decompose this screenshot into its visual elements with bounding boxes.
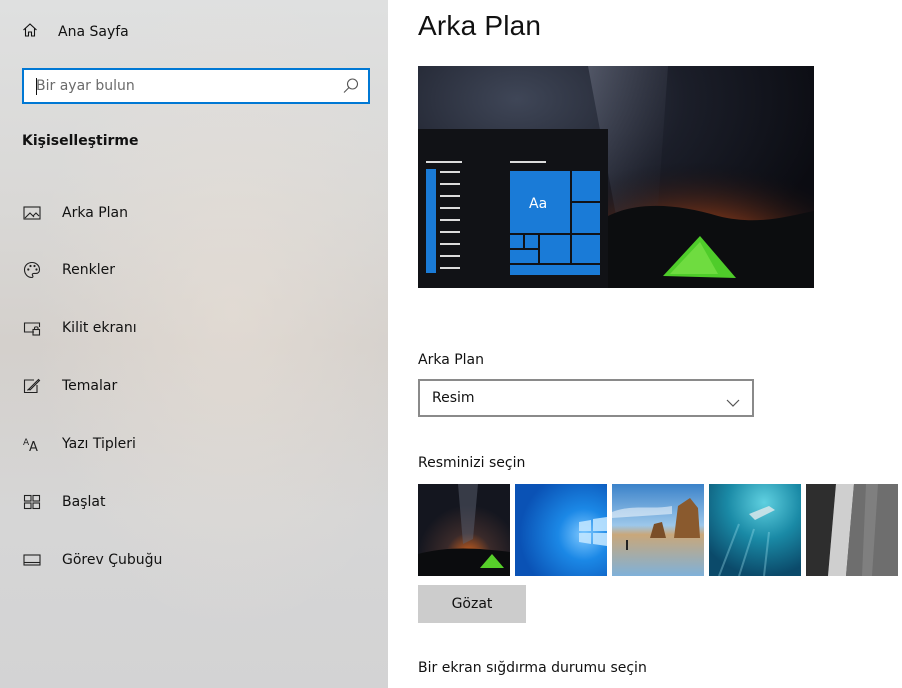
- sidebar-item-lock-screen[interactable]: Kilit ekranı: [22, 315, 137, 341]
- picture-icon: [22, 203, 42, 223]
- browse-button[interactable]: Gözat: [418, 585, 526, 623]
- search-box[interactable]: [22, 68, 370, 104]
- background-preview: Aa: [418, 66, 814, 288]
- search-input[interactable]: [36, 70, 336, 102]
- settings-sidebar: Ana Sayfa Kişiselleştirme Arka Plan Renk…: [0, 0, 388, 688]
- thumbnail-beach-rocks[interactable]: [612, 484, 704, 576]
- sidebar-item-start[interactable]: Başlat: [22, 489, 105, 515]
- home-icon: [22, 22, 38, 42]
- thumbnail-underwater[interactable]: [709, 484, 801, 576]
- lock-screen-icon: [22, 318, 42, 338]
- start-tiles: Aa: [510, 171, 600, 275]
- search-icon[interactable]: [342, 77, 360, 99]
- taskbar-icon: [22, 550, 42, 570]
- thumbnail-night-sky[interactable]: [418, 484, 510, 576]
- start-icon: [22, 492, 42, 512]
- sidebar-item-label: Kilit ekranı: [62, 320, 137, 336]
- sidebar-item-label: Yazı Tipleri: [62, 436, 136, 452]
- text-cursor: [36, 78, 37, 95]
- section-title: Kişiselleştirme: [22, 133, 139, 149]
- sidebar-item-label: Temalar: [62, 378, 118, 394]
- palette-icon: [22, 260, 42, 280]
- sidebar-item-label: Arka Plan: [62, 205, 129, 221]
- fonts-icon: AA: [22, 434, 42, 454]
- picture-thumbnails: [418, 484, 902, 576]
- fit-label: Bir ekran sığdırma durumu seçin: [418, 660, 647, 676]
- thumbnail-rock-waterfall[interactable]: [806, 484, 898, 576]
- chevron-down-icon: [726, 393, 740, 412]
- page-title: Arka Plan: [418, 10, 542, 41]
- tile-text: Aa: [529, 196, 548, 212]
- background-type-value: Resim: [432, 390, 475, 406]
- sidebar-item-colors[interactable]: Renkler: [22, 257, 115, 283]
- sidebar-item-taskbar[interactable]: Görev Çubuğu: [22, 547, 162, 573]
- sidebar-item-label: Görev Çubuğu: [62, 552, 163, 568]
- start-tile-large: Aa: [510, 171, 570, 233]
- thumbnail-windows-blue[interactable]: [515, 484, 607, 576]
- sidebar-item-label: Başlat: [62, 494, 106, 510]
- start-menu-mockup: Aa: [418, 129, 608, 288]
- choose-picture-label: Resminizi seçin: [418, 455, 526, 471]
- home-nav-item[interactable]: Ana Sayfa: [22, 20, 129, 44]
- background-type-dropdown[interactable]: Resim: [418, 379, 754, 417]
- sidebar-item-themes[interactable]: Temalar: [22, 373, 117, 399]
- sidebar-item-fonts[interactable]: AA Yazı Tipleri: [22, 431, 136, 457]
- start-list-column: [426, 161, 462, 273]
- home-label: Ana Sayfa: [58, 24, 129, 40]
- main-content: Arka Plan Aa Arka Plan Resim Resminizi s…: [388, 0, 902, 688]
- background-type-label: Arka Plan: [418, 352, 485, 368]
- svg-text:A: A: [29, 440, 38, 452]
- themes-icon: [22, 376, 42, 396]
- sidebar-item-background[interactable]: Arka Plan: [22, 200, 128, 226]
- sidebar-item-label: Renkler: [62, 262, 115, 278]
